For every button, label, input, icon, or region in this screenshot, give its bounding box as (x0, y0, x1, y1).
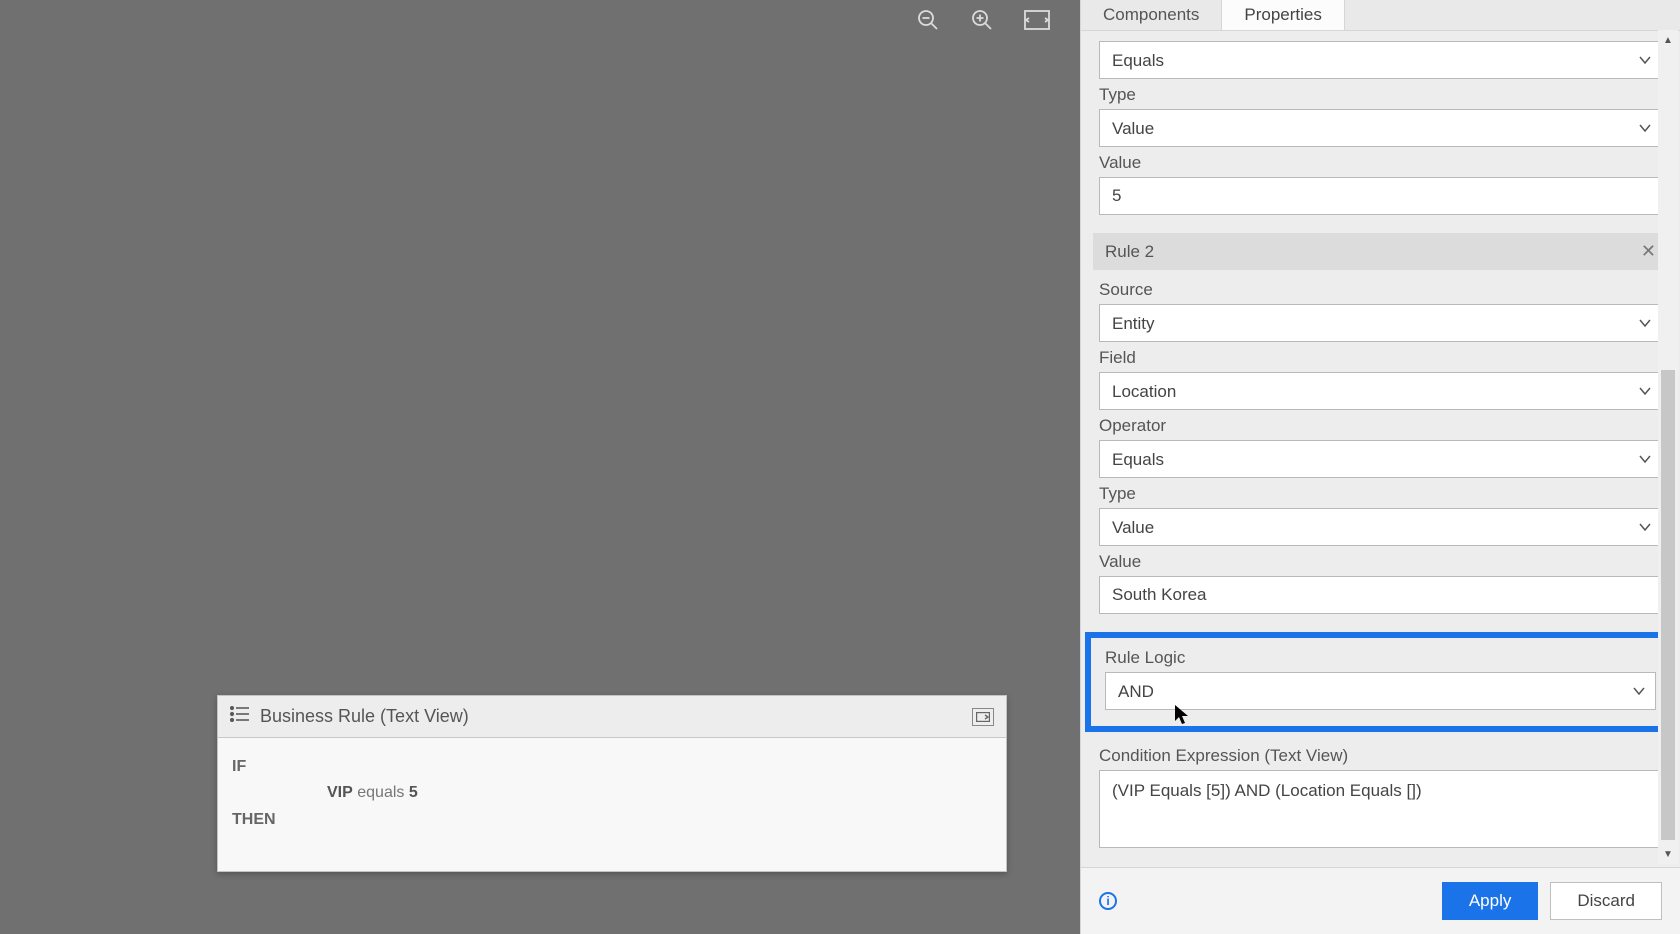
cond-value: 5 (409, 784, 418, 801)
rule2-header: Rule 2 ✕ (1093, 233, 1668, 270)
tab-properties[interactable]: Properties (1222, 0, 1344, 30)
condition-expression-label: Condition Expression (Text View) (1099, 746, 1662, 766)
rule2-source-label: Source (1099, 280, 1662, 300)
properties-panel: Components Properties Equals Type Value … (1080, 0, 1680, 934)
fit-screen-icon[interactable] (1024, 10, 1050, 30)
text-view-header: Business Rule (Text View) (218, 696, 1006, 738)
rule2-operator-group: Operator Equals (1099, 416, 1662, 478)
info-icon[interactable]: i (1099, 892, 1117, 910)
rule2-title: Rule 2 (1105, 242, 1154, 262)
canvas-toolbar (916, 8, 1050, 32)
cond-field: VIP (327, 784, 353, 801)
rule2-operator-select[interactable]: Equals (1099, 440, 1662, 478)
scroll-up-icon[interactable]: ▲ (1658, 30, 1678, 50)
rule1-value-group: Value (1099, 153, 1662, 215)
panel-footer: i Apply Discard (1081, 867, 1680, 934)
scrollbar-vertical[interactable]: ▲ ▼ (1658, 30, 1678, 864)
rule2-source-select[interactable]: Entity (1099, 304, 1662, 342)
rule-logic-select[interactable]: AND (1105, 672, 1656, 710)
apply-button[interactable]: Apply (1442, 882, 1539, 920)
list-icon (230, 706, 250, 727)
business-rule-text-view-card: Business Rule (Text View) IF VIP equals … (217, 695, 1007, 872)
rule-logic-label: Rule Logic (1105, 648, 1656, 668)
rule2-field-label: Field (1099, 348, 1662, 368)
canvas-area[interactable]: Business Rule (Text View) IF VIP equals … (0, 0, 1080, 934)
rule2-value-label: Value (1099, 552, 1662, 572)
rule2-value-group: Value (1099, 552, 1662, 614)
rule2-value-input[interactable] (1099, 576, 1662, 614)
rule1-operator-select[interactable]: Equals (1099, 41, 1662, 79)
rule2-type-group: Type Value (1099, 484, 1662, 546)
zoom-out-icon[interactable] (916, 8, 940, 32)
rule1-type-label: Type (1099, 85, 1662, 105)
close-icon[interactable]: ✕ (1641, 241, 1656, 262)
text-view-body: IF VIP equals 5 THEN (218, 738, 1006, 871)
if-keyword: IF (232, 756, 992, 778)
rule1-value-label: Value (1099, 153, 1662, 173)
rule2-field-group: Field Location (1099, 348, 1662, 410)
condition-expression-group: Condition Expression (Text View) (VIP Eq… (1099, 746, 1662, 853)
discard-button[interactable]: Discard (1550, 882, 1662, 920)
scroll-thumb[interactable] (1661, 370, 1675, 840)
then-keyword: THEN (232, 809, 992, 831)
condition-expression-text: (VIP Equals [5]) AND (Location Equals []… (1099, 770, 1662, 848)
panel-scroll-area[interactable]: Equals Type Value Value Rule 2 ✕ Source … (1081, 31, 1680, 867)
rule1-type-group: Type Value (1099, 85, 1662, 147)
rule1-value-input[interactable] (1099, 177, 1662, 215)
rule2-type-label: Type (1099, 484, 1662, 504)
rule2-source-group: Source Entity (1099, 280, 1662, 342)
zoom-in-icon[interactable] (970, 8, 994, 32)
rule-logic-highlight: Rule Logic AND (1085, 632, 1676, 732)
rule2-field-select[interactable]: Location (1099, 372, 1662, 410)
cond-operator: equals (357, 784, 404, 801)
tab-components[interactable]: Components (1081, 0, 1222, 30)
if-condition: VIP equals 5 (327, 782, 992, 804)
rule1-operator-group: Equals (1099, 41, 1662, 79)
rule2-type-select[interactable]: Value (1099, 508, 1662, 546)
scroll-down-icon[interactable]: ▼ (1658, 844, 1678, 864)
rule2-operator-label: Operator (1099, 416, 1662, 436)
panel-tabs: Components Properties (1081, 0, 1680, 31)
text-view-title: Business Rule (Text View) (260, 706, 972, 727)
collapse-icon[interactable] (972, 708, 994, 726)
rule1-type-select[interactable]: Value (1099, 109, 1662, 147)
